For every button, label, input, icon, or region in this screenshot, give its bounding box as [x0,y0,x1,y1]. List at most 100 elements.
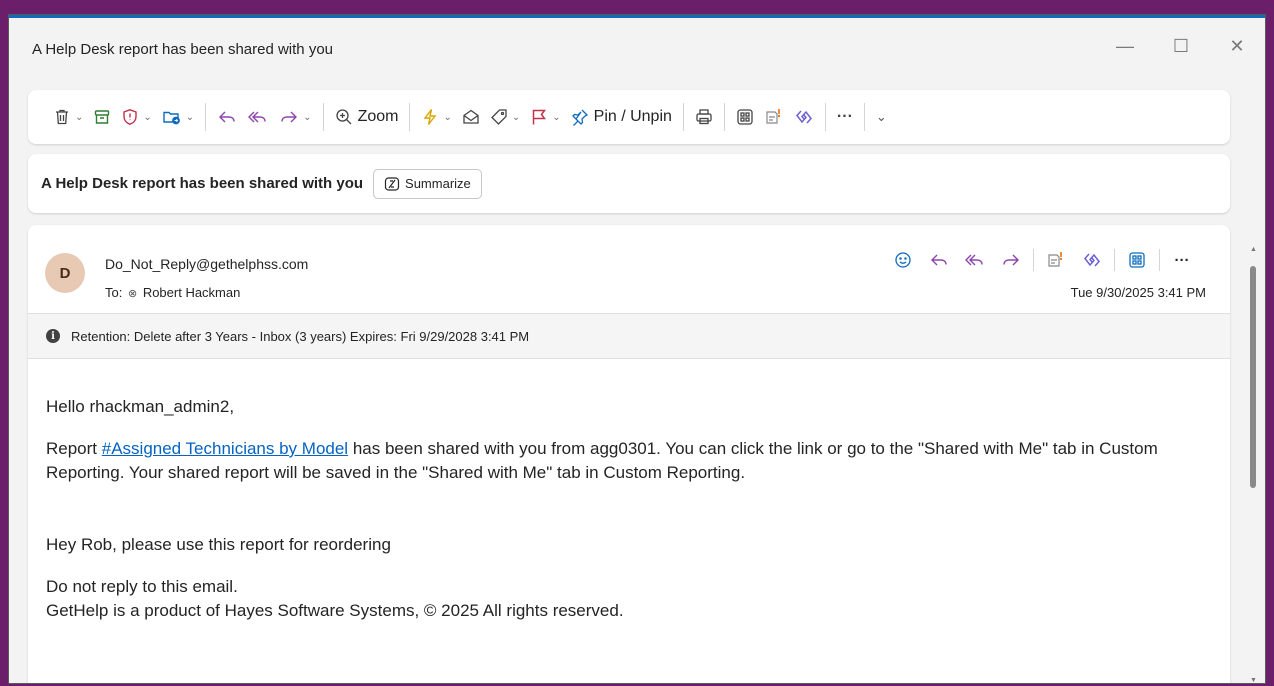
reply-icon [931,254,947,266]
copilot-icon [384,176,400,191]
report-paragraph: Report #Assigned Technicians by Model ha… [46,437,1206,485]
apps-icon [1129,252,1145,268]
pin-icon [571,109,588,126]
flag-icon [533,109,547,125]
viva-button[interactable] [1038,245,1074,275]
scroll-up-arrow[interactable]: ▲ [1250,246,1257,253]
avatar: D [45,253,85,293]
footer-text: GetHelp is a product of Hayes Software S… [46,601,624,620]
reply-all-button[interactable] [242,99,274,135]
zoom-button[interactable]: Zoom [330,99,404,135]
delete-icon [56,109,68,125]
flag-button[interactable]: ⌄ [525,99,565,135]
viva-icon [766,109,781,124]
toolbar-divider [682,103,684,131]
chevron-down-icon: ⌄ [875,109,887,124]
more-actions-button[interactable]: ··· [1164,245,1200,275]
tag-button[interactable]: ⌄ [485,99,525,135]
mark-read-icon [463,109,479,124]
forward-button[interactable] [993,245,1029,275]
chevron-down-icon[interactable]: ⌄ [303,112,311,123]
subject-bar: A Help Desk report has been shared with … [28,154,1230,213]
forward-icon [281,111,298,123]
actions-divider [1033,249,1034,271]
chevron-down-icon[interactable]: ⌄ [186,112,194,123]
toolbar-divider [409,103,411,131]
pin-label: Pin / Unpin [593,108,672,125]
report-button[interactable]: ⌄ [116,99,156,135]
toolbar-divider [824,103,826,131]
message-body: Hello rhackman_admin2, Report #Assigned … [46,395,1206,623]
chevron-down-icon[interactable]: ⌄ [143,112,151,123]
message-actions: ··· [885,245,1200,275]
loop-icon [795,110,812,124]
title-bar: A Help Desk report has been shared with … [9,18,1265,80]
forward-icon [1003,254,1019,266]
minimize-button[interactable]: — [1097,26,1153,66]
message-card: D Do_Not_Reply@gethelphss.com To: ⊗ Robe… [28,225,1230,683]
report-icon [123,109,138,125]
close-button[interactable]: ✕ [1209,26,1265,66]
report-prefix: Report [46,439,102,458]
chevron-down-icon[interactable]: ⌄ [75,112,83,123]
message-date: Tue 9/30/2025 3:41 PM [1070,285,1206,300]
quick-steps-button[interactable]: ⌄ [416,99,456,135]
toolbar-divider [723,103,725,131]
zoom-icon [335,109,352,125]
reply-all-icon [965,254,983,266]
apps-icon [737,109,753,125]
sender-address[interactable]: Do_Not_Reply@gethelphss.com [105,256,308,272]
more-icon: ··· [836,108,853,125]
move-icon [163,111,180,125]
reply-all-button[interactable] [957,245,993,275]
archive-icon [95,110,110,124]
info-icon: i [46,329,60,343]
tag-icon [490,109,507,125]
chevron-down-icon[interactable]: ⌄ [512,112,520,123]
greeting: Hello rhackman_admin2, [46,397,235,416]
forward-button[interactable]: ⌄ [274,99,316,135]
maximize-button[interactable]: ☐ [1153,26,1209,66]
toolbar-divider [205,103,207,131]
reply-all-icon [248,111,266,123]
scroll-down-arrow[interactable]: ▼ [1250,677,1257,683]
viva-icon [1048,252,1063,267]
recipient-line: To: ⊗ Robert Hackman [105,285,240,300]
chevron-down-icon[interactable]: ⌄ [443,112,451,123]
actions-divider [1114,249,1115,271]
print-button[interactable] [690,99,718,135]
reply-button[interactable] [212,99,242,135]
more-icon: ··· [1174,251,1190,269]
smiley-icon [895,252,911,268]
summarize-button[interactable]: Summarize [373,168,482,199]
scrollbar[interactable]: ▲ ▼ [1247,240,1259,683]
delete-button[interactable]: ⌄ [48,99,88,135]
retention-text: Retention: Delete after 3 Years - Inbox … [71,328,530,344]
toolbar-divider [322,103,324,131]
loop-button[interactable] [1074,245,1110,275]
chevron-down-icon[interactable]: ⌄ [552,112,560,123]
mark-read-button[interactable] [457,99,485,135]
note-text: Hey Rob, please use this report for reor… [46,535,391,554]
retention-banner: i Retention: Delete after 3 Years - Inbo… [28,313,1230,359]
print-icon [696,109,712,125]
react-button[interactable] [885,245,921,275]
archive-button[interactable] [88,99,116,135]
scrollbar-thumb[interactable] [1250,266,1256,488]
loop-button[interactable] [789,99,819,135]
apps-button[interactable] [1119,245,1155,275]
summarize-label: Summarize [405,176,471,191]
reply-button[interactable] [921,245,957,275]
recipient-name[interactable]: Robert Hackman [143,285,241,300]
viva-button[interactable] [759,99,789,135]
apps-button[interactable] [731,99,759,135]
more-options-button[interactable]: ··· [832,99,858,135]
report-link[interactable]: #Assigned Technicians by Model [102,439,348,458]
pin-button[interactable]: Pin / Unpin [566,99,677,135]
expand-ribbon-button[interactable]: ⌄ [871,99,892,135]
window-controls: — ☐ ✕ [1097,26,1265,66]
email-window: A Help Desk report has been shared with … [8,14,1266,684]
zoom-label: Zoom [357,108,399,125]
actions-divider [1159,249,1160,271]
move-button[interactable]: ⌄ [157,99,199,135]
